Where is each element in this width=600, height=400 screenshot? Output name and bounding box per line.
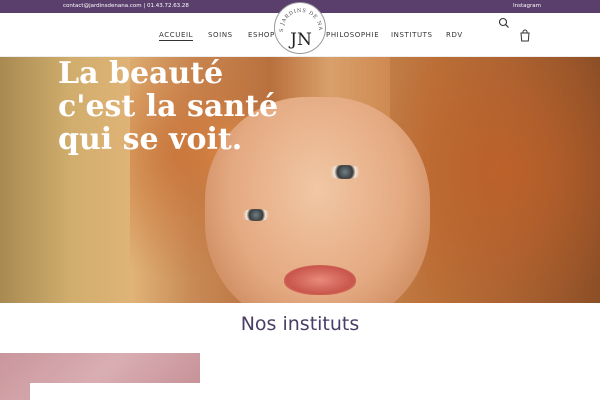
institut-card-panel <box>30 383 200 400</box>
nav-item-eshop[interactable]: Eshop <box>248 31 275 39</box>
hero-lips <box>284 265 356 295</box>
search-icon[interactable] <box>498 16 510 28</box>
hero-eye-left <box>240 209 272 221</box>
nav-item-rdv[interactable]: RDV <box>446 31 463 39</box>
nav-item-philosophie[interactable]: Philosophie <box>326 31 379 39</box>
hero-headline-line-1: La beauté <box>58 57 224 91</box>
section-title: Nos instituts <box>240 313 360 335</box>
logo-text: LES JARDINS DE NANA <box>275 3 322 32</box>
hero-eye-right <box>327 165 363 179</box>
nav-item-instituts[interactable]: Instituts <box>391 31 433 39</box>
logo-emblem: LES JARDINS DE NANA JN <box>275 3 323 50</box>
brand-logo[interactable]: LES JARDINS DE NANA JN <box>274 2 326 54</box>
hero-headline-line-2: c'est la santé <box>58 89 279 124</box>
hero-headline-line-3: qui se voit. <box>58 122 243 157</box>
svg-text:LES JARDINS DE NANA: LES JARDINS DE NANA <box>275 3 323 32</box>
nav-item-soins[interactable]: Soins <box>208 31 233 39</box>
contact-info[interactable]: contact@jardinsdenana.com | 01.43.72.63.… <box>63 3 189 9</box>
instagram-link[interactable]: Instagram <box>513 3 541 9</box>
hero-headline: La beauté c'est la santé qui se voit. <box>58 57 298 156</box>
nav-item-accueil[interactable]: Accueil <box>159 31 194 41</box>
logo-monogram: JN <box>288 30 312 50</box>
cart-icon[interactable] <box>519 29 531 42</box>
hero-banner: La beauté c'est la santé qui se voit. <box>0 57 600 303</box>
